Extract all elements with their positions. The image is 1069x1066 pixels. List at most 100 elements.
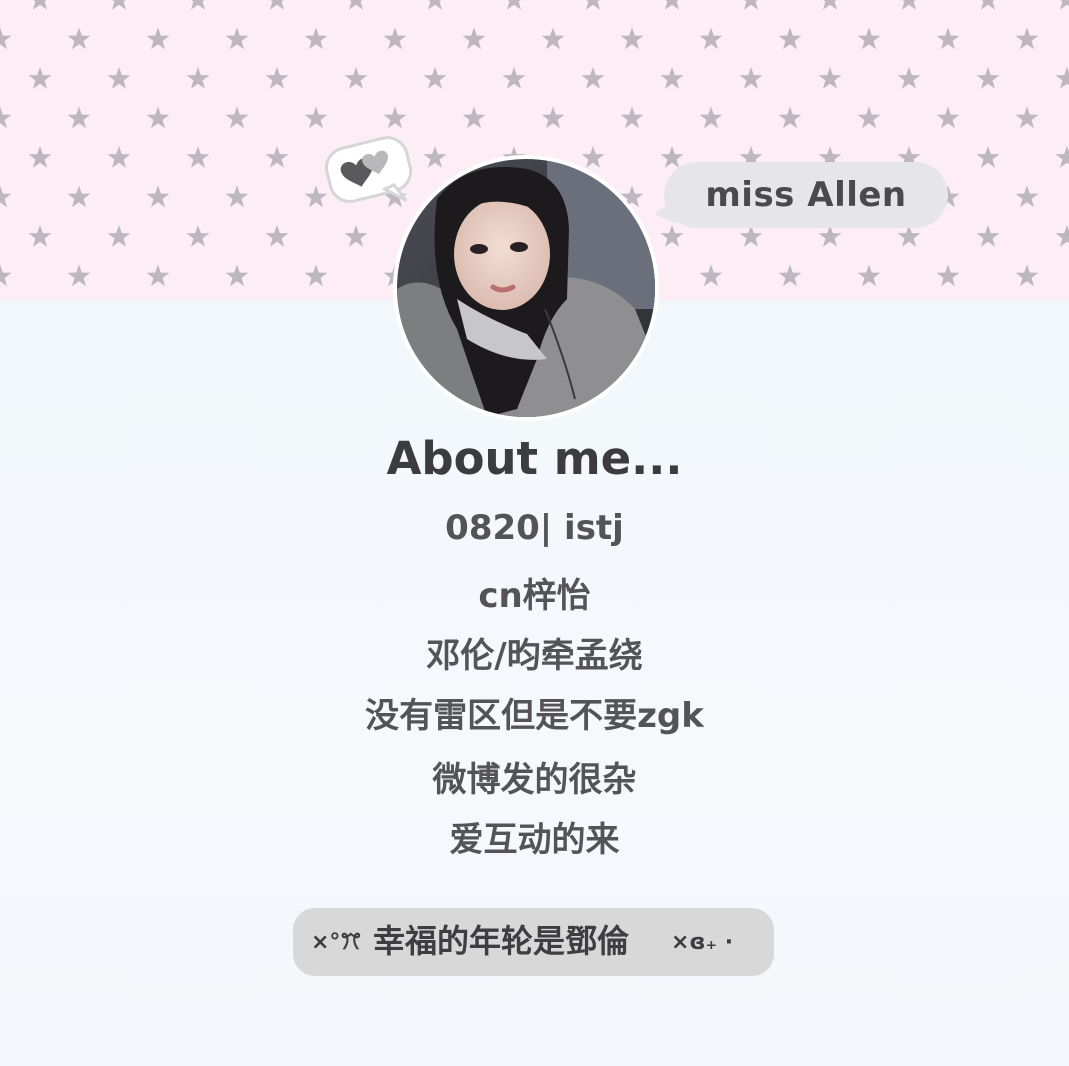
star-icon xyxy=(146,106,170,129)
star-icon xyxy=(28,67,52,89)
star-icon xyxy=(146,27,170,50)
star-icon xyxy=(28,0,52,10)
star-icon xyxy=(67,264,91,287)
star-icon xyxy=(186,67,210,89)
decoration-right: ×ɞ₊ · xyxy=(671,930,734,955)
star-icon xyxy=(462,27,486,50)
star-icon xyxy=(1015,106,1039,129)
bio-line-birthday-mbti: 0820| istj xyxy=(445,508,624,548)
star-icon xyxy=(699,106,723,129)
star-icon xyxy=(581,67,605,89)
star-icon xyxy=(620,106,644,129)
star-icon xyxy=(660,67,684,89)
star-icon xyxy=(581,0,605,10)
star-icon xyxy=(0,264,12,287)
star-icon xyxy=(265,67,289,89)
star-icon xyxy=(818,225,842,247)
star-icon xyxy=(0,185,12,208)
star-icon xyxy=(976,146,1000,168)
decoration-left: ×°ꔫ xyxy=(311,930,362,955)
star-icon xyxy=(67,27,91,50)
star-icon xyxy=(0,27,12,50)
name-label: miss Allen xyxy=(705,175,907,215)
star-icon xyxy=(818,67,842,89)
star-icon xyxy=(107,146,131,168)
star-icon xyxy=(28,146,52,168)
star-icon xyxy=(581,146,605,168)
bio-line-name: cn梓怡 xyxy=(478,576,591,616)
star-icon xyxy=(304,27,328,50)
star-icon xyxy=(462,106,486,129)
star-icon xyxy=(739,225,763,247)
star-icon xyxy=(1055,67,1069,89)
page-title: About me... xyxy=(386,432,683,485)
star-icon xyxy=(107,0,131,10)
star-icon xyxy=(976,0,1000,10)
star-icon xyxy=(304,106,328,129)
star-icon xyxy=(344,0,368,10)
star-icon xyxy=(1015,185,1039,208)
star-icon xyxy=(225,264,249,287)
star-icon xyxy=(699,27,723,50)
star-icon xyxy=(265,146,289,168)
star-icon xyxy=(225,27,249,50)
avatar xyxy=(393,155,659,421)
star-icon xyxy=(1055,146,1069,168)
star-icon xyxy=(146,185,170,208)
profile-photo xyxy=(397,159,655,417)
star-icon xyxy=(265,0,289,10)
star-icon xyxy=(699,264,723,287)
star-icon xyxy=(778,264,802,287)
star-icon xyxy=(620,27,644,50)
star-icon xyxy=(423,0,447,10)
bio-line-interaction: 爱互动的来 xyxy=(449,820,620,860)
star-icon xyxy=(107,67,131,89)
star-icon xyxy=(146,264,170,287)
star-icon xyxy=(778,27,802,50)
star-icon xyxy=(778,106,802,129)
bio-line-fandom: 邓伦/昀牵孟绕 xyxy=(426,636,643,676)
star-icon xyxy=(936,264,960,287)
star-icon xyxy=(1015,27,1039,50)
tag-pill: ×°ꔫ 幸福的年轮是鄧倫 ×ɞ₊ · xyxy=(293,908,774,976)
star-icon xyxy=(304,264,328,287)
star-icon xyxy=(423,146,447,168)
star-icon xyxy=(186,146,210,168)
star-icon xyxy=(897,67,921,89)
star-icon xyxy=(225,185,249,208)
bio-line-boundaries: 没有雷区但是不要zgk xyxy=(365,696,704,736)
grey-hearts-speech-bubble-icon xyxy=(318,128,424,214)
star-icon xyxy=(936,106,960,129)
star-icon xyxy=(502,67,526,89)
star-icon xyxy=(1055,225,1069,247)
star-icon xyxy=(739,67,763,89)
star-icon xyxy=(1015,264,1039,287)
star-icon xyxy=(1055,0,1069,10)
star-icon xyxy=(225,106,249,129)
star-icon xyxy=(739,0,763,10)
star-icon xyxy=(67,106,91,129)
tag-text: 幸福的年轮是鄧倫 xyxy=(373,922,630,960)
star-icon xyxy=(897,0,921,10)
star-icon xyxy=(423,67,447,89)
star-icon xyxy=(857,106,881,129)
star-icon xyxy=(383,106,407,129)
star-icon xyxy=(186,225,210,247)
star-icon xyxy=(897,225,921,247)
star-icon xyxy=(67,185,91,208)
star-icon xyxy=(0,106,12,129)
star-icon xyxy=(936,27,960,50)
star-icon xyxy=(660,0,684,10)
star-icon xyxy=(344,225,368,247)
star-icon xyxy=(976,67,1000,89)
star-icon xyxy=(383,27,407,50)
bio-line-weibo: 微博发的很杂 xyxy=(432,760,637,800)
star-icon xyxy=(818,0,842,10)
star-icon xyxy=(660,225,684,247)
star-icon xyxy=(107,225,131,247)
star-icon xyxy=(976,225,1000,247)
star-icon xyxy=(265,225,289,247)
star-icon xyxy=(186,0,210,10)
star-icon xyxy=(857,27,881,50)
name-speech-bubble: miss Allen xyxy=(652,162,948,228)
